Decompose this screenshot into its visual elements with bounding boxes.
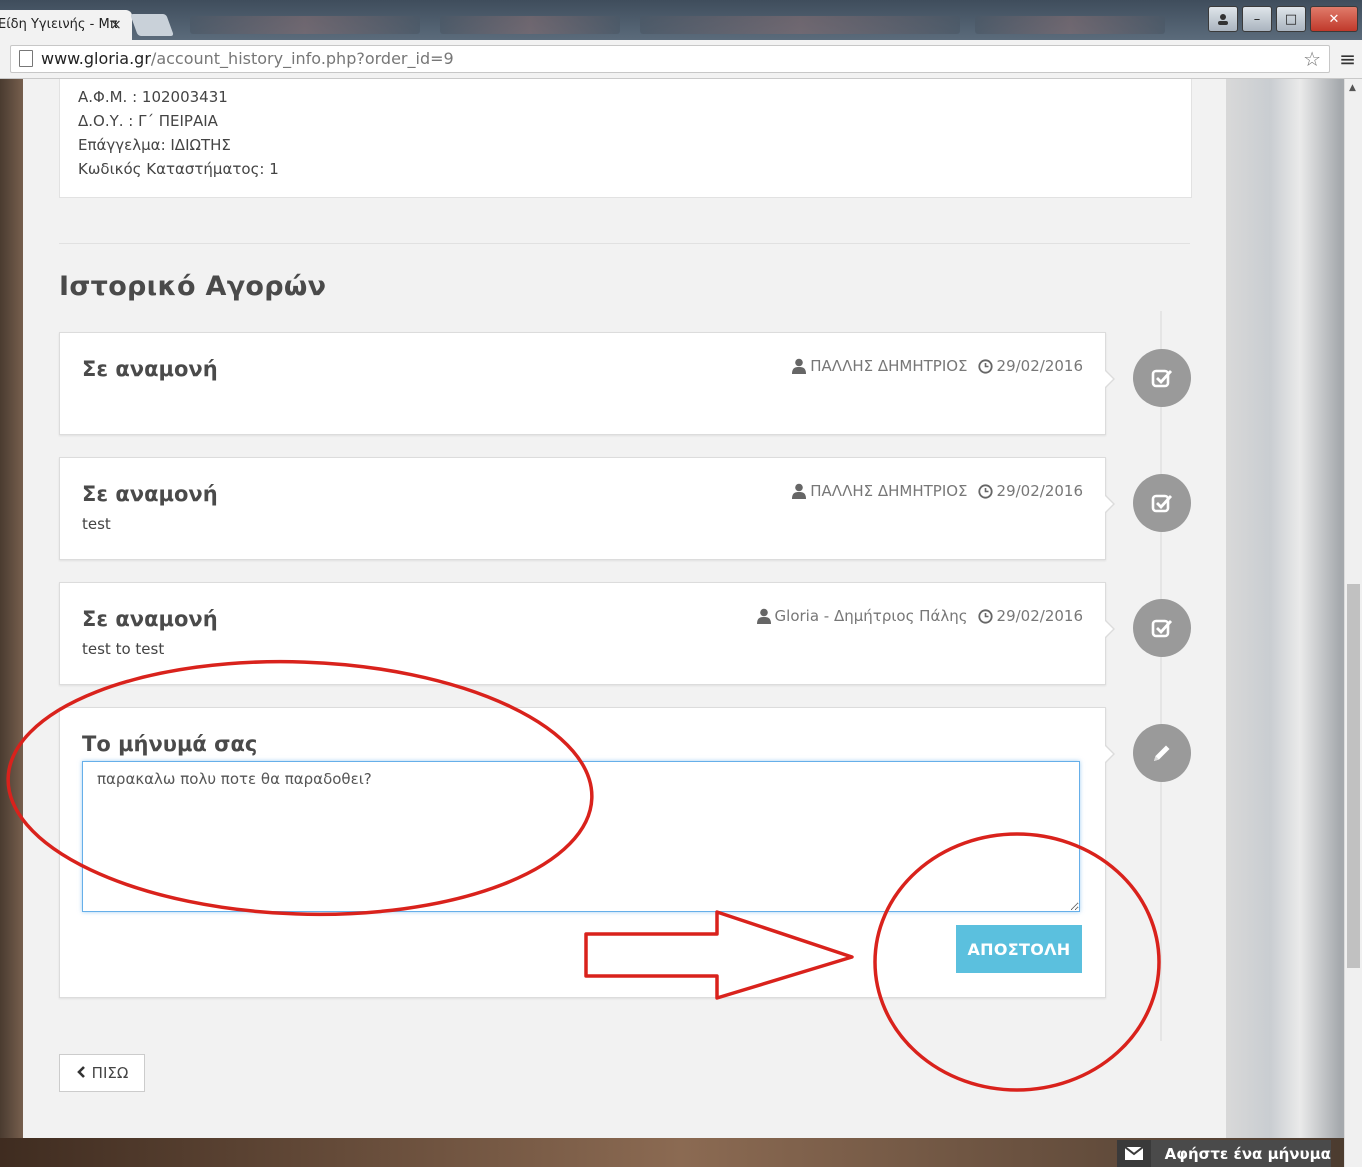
entry-status: Σε αναμονή [82, 357, 218, 381]
address-bar: www.gloria.gr/account_history_info.php?o… [0, 40, 1362, 79]
clock-icon [977, 608, 993, 624]
check-square-icon [1133, 349, 1191, 407]
user-icon [792, 358, 807, 374]
url-path: /account_history_info.php?order_id=9 [150, 49, 454, 68]
pencil-icon [1133, 724, 1191, 782]
minimize-button[interactable]: – [1242, 6, 1272, 32]
tab-close-icon[interactable]: × [110, 10, 122, 40]
background-tab[interactable] [440, 16, 620, 34]
background-tab[interactable] [190, 16, 420, 34]
doy-text: Δ.Ο.Υ. : Γ΄ ΠΕΙΡΑΙΑ [78, 112, 218, 130]
scroll-up-icon[interactable]: ▲ [1349, 83, 1356, 93]
message-textarea[interactable] [82, 761, 1080, 912]
clock-icon [977, 483, 993, 499]
entry-pointer [1104, 494, 1115, 514]
message-form: Το μήνυμά σας ΑΠΟΣΤΟΛΗ [59, 707, 1115, 998]
entry-date: 29/02/2016 [996, 607, 1083, 625]
history-entry: Σε αναμονή test ΠΑΛΛΗΣ ΔΗΜΗΤΡΙΟΣ 29/02/2… [59, 457, 1115, 560]
url-host: www.gloria.gr [41, 49, 151, 68]
message-form-title: Το μήνυμά σας [82, 732, 258, 756]
page-icon [19, 50, 33, 67]
entry-meta: ΠΑΛΛΗΣ ΔΗΜΗΤΡΙΟΣ 29/02/2016 [792, 482, 1083, 500]
browser-tab-active[interactable]: Είδη Υγιεινής - Μπ × [0, 10, 132, 40]
profession-text: Επάγγελμα: ΙΔΙΩΤΗΣ [78, 136, 231, 154]
window-controls: – □ ✕ [1208, 6, 1358, 32]
section-divider [59, 243, 1190, 244]
store-info-box: Α.Φ.Μ. : 102003431 Δ.Ο.Υ. : Γ΄ ΠΕΙΡΑΙΑ Ε… [59, 79, 1192, 198]
new-tab-button[interactable] [129, 14, 175, 36]
entry-author: ΠΑΛΛΗΣ ΔΗΜΗΤΡΙΟΣ [810, 357, 968, 375]
entry-meta: ΠΑΛΛΗΣ ΔΗΜΗΤΡΙΟΣ 29/02/2016 [792, 357, 1083, 375]
bookmark-star-icon[interactable]: ☆ [1303, 47, 1321, 71]
url-text[interactable]: www.gloria.gr/account_history_info.php?o… [41, 49, 454, 68]
afm-text: Α.Φ.Μ. : 102003431 [78, 88, 228, 106]
timeline-line [1160, 311, 1162, 1041]
account-history-content: Α.Φ.Μ. : 102003431 Δ.Ο.Υ. : Γ΄ ΠΕΙΡΑΙΑ Ε… [23, 79, 1226, 1138]
entry-author: Gloria - Δημήτριος Πάλης [774, 607, 968, 625]
maximize-button[interactable]: □ [1276, 6, 1306, 32]
close-window-button[interactable]: ✕ [1310, 6, 1358, 32]
send-button[interactable]: ΑΠΟΣΤΟΛΗ [956, 925, 1082, 973]
url-field[interactable]: www.gloria.gr/account_history_info.php?o… [10, 45, 1330, 73]
chat-widget-label: Αφήστε ένα μήνυμα [1164, 1144, 1331, 1163]
entry-pointer [1104, 369, 1115, 389]
entry-author: ΠΑΛΛΗΣ ΔΗΜΗΤΡΙΟΣ [810, 482, 968, 500]
entry-pointer [1104, 744, 1115, 764]
tab-title: Είδη Υγιεινής - Μπ [0, 17, 118, 32]
user-icon [756, 608, 771, 624]
chevron-left-icon [76, 1064, 86, 1082]
entry-pointer [1104, 619, 1115, 639]
check-square-icon [1133, 599, 1191, 657]
entry-meta: Gloria - Δημήτριος Πάλης 29/02/2016 [756, 607, 1083, 625]
user-icon [792, 483, 807, 499]
store-code-text: Κωδικός Καταστήματος: 1 [78, 160, 279, 178]
history-entry: Σε αναμονή test to test Gloria - Δημήτρι… [59, 582, 1115, 685]
entry-date: 29/02/2016 [996, 357, 1083, 375]
scroll-thumb[interactable] [1347, 584, 1360, 968]
envelope-icon [1117, 1140, 1151, 1167]
chat-widget[interactable]: Αφήστε ένα μήνυμα [1117, 1140, 1331, 1167]
entry-status: Σε αναμονή [82, 482, 218, 506]
back-button[interactable]: ΠΙΣΩ [59, 1054, 145, 1092]
clock-icon [977, 358, 993, 374]
browser-menu-icon[interactable]: ≡ [1339, 47, 1356, 71]
check-square-icon [1133, 474, 1191, 532]
browser-title-bar: Είδη Υγιεινής - Μπ × – □ ✕ [0, 0, 1362, 40]
entry-comment: test [82, 515, 111, 533]
entry-date: 29/02/2016 [996, 482, 1083, 500]
page-title: Ιστορικό Αγορών [59, 271, 327, 302]
entry-status: Σε αναμονή [82, 607, 218, 631]
background-tab[interactable] [640, 16, 960, 34]
history-entry: Σε αναμονή ΠΑΛΛΗΣ ΔΗΜΗΤΡΙΟΣ 29/02/2016 [59, 332, 1115, 435]
entry-comment: test to test [82, 640, 165, 658]
window-user-icon[interactable] [1208, 6, 1238, 32]
background-tab[interactable] [975, 16, 1165, 34]
back-button-label: ΠΙΣΩ [91, 1064, 129, 1082]
page-scrollbar[interactable]: ▲ [1344, 79, 1362, 1167]
